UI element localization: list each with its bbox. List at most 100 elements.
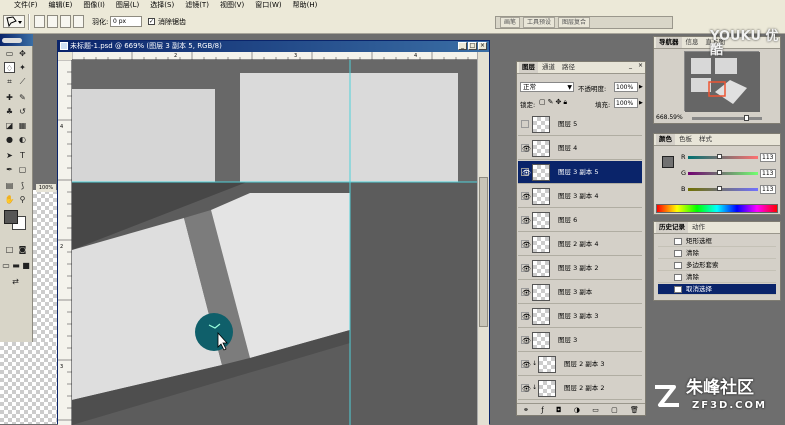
menu-item[interactable]: 编辑(E) [49,0,73,10]
screen-mode-full-icon[interactable]: ■ [21,260,31,271]
layer-row[interactable]: 👁︎ 图层 3 副本 [518,281,642,304]
layer-row[interactable]: 👁︎ 图层 3 副本 5 [518,161,642,184]
panel-tab[interactable]: 样式 [696,134,715,145]
panel-tab[interactable]: 图层 [519,62,538,73]
trash-icon[interactable]: 🗑︎ [630,406,639,414]
pen-tool-icon[interactable]: ✒ [4,164,15,175]
new-group-icon[interactable]: ▭ [592,406,599,414]
navigator-preview[interactable] [684,51,760,112]
layer-style-icon[interactable]: ƒ [541,406,543,414]
feather-input[interactable]: 0 px [110,16,142,27]
eye-icon[interactable]: 👁︎ [521,312,531,321]
history-item[interactable]: 矩形选框 [658,236,776,247]
new-selection-button[interactable] [34,15,45,28]
eye-icon[interactable]: 👁︎ [521,192,531,201]
gradient-tool-icon[interactable]: ▦ [17,120,28,131]
foreground-color-swatch[interactable] [4,210,18,224]
history-item[interactable]: 多边形套索 [658,260,776,271]
scroll-thumb[interactable] [479,177,488,327]
subtract-selection-button[interactable] [60,15,71,28]
eyedropper-icon[interactable]: ⟆ [17,180,28,191]
channel-slider[interactable] [688,170,758,175]
document-titlebar[interactable]: 未标题-1.psd @ 669% (图层 3 副本 5, RGB/8) [58,41,489,52]
channel-value-input[interactable]: 113 [760,169,776,178]
crop-tool-icon[interactable]: ⌗ [4,76,15,87]
eye-icon[interactable]: 👁︎ [521,168,531,177]
opacity-input[interactable]: 100% [614,82,638,92]
panel-tab[interactable]: 路径 [559,62,578,73]
eye-icon[interactable]: 👁︎ [521,144,531,153]
panel-tab[interactable]: 色板 [676,134,695,145]
brush-tool-icon[interactable]: ✎ [17,92,28,103]
panel-tab[interactable]: 历史记录 [656,222,688,233]
layer-row[interactable]: 👁︎ 图层 3 [518,329,642,352]
panel-tab[interactable]: 信息 [683,37,702,48]
menu-item[interactable]: 图像(I) [83,0,105,10]
layer-row[interactable]: 👁︎ 图层 3 副本 4 [518,185,642,208]
path-select-icon[interactable]: ➤ [4,150,15,161]
dodge-tool-icon[interactable]: ◐ [17,134,28,145]
layer-mask-icon[interactable]: ◘ [556,406,562,414]
history-item[interactable]: 清除 [658,272,776,283]
minimize-icon[interactable]: _ [458,42,467,50]
history-item[interactable]: 清除 [658,248,776,259]
channel-slider-knob[interactable] [717,154,723,159]
magic-wand-icon[interactable]: ✦ [17,62,28,73]
quickmask-mode-icon[interactable]: ◙ [17,244,28,255]
standard-mode-icon[interactable]: □ [4,244,15,255]
channel-slider[interactable] [688,154,758,159]
notes-tool-icon[interactable]: ▤ [4,180,15,191]
document-vertical-scrollbar[interactable] [477,52,489,425]
eye-icon[interactable]: 👁︎ [521,240,531,249]
eye-icon[interactable]: 👁︎ [521,264,531,273]
layer-row[interactable]: 👁︎ ↓ 图层 2 副本 2 [518,377,642,400]
panel-tab[interactable]: 导航器 [656,37,682,48]
new-layer-icon[interactable]: ▢ [611,406,618,414]
color-spectrum-ramp[interactable] [656,204,778,213]
well-tab[interactable]: 图层复合 [558,17,591,28]
hand-tool-icon[interactable]: ✋ [4,194,15,205]
menu-item[interactable]: 窗口(W) [255,0,281,10]
jump-to-imageready-icon[interactable]: ⇄ [10,276,21,287]
navigator-zoom[interactable]: 668.59% [656,114,683,121]
panel-tab[interactable]: 通道 [539,62,558,73]
eye-icon[interactable]: 👁︎ [521,360,531,369]
navigator-zoom-knob[interactable] [744,115,749,121]
channel-slider[interactable] [688,186,758,191]
layer-row[interactable]: 👁︎ 图层 6 [518,209,642,232]
blend-mode-select[interactable]: 正常 ▼ [520,82,574,92]
menu-item[interactable]: 滤镜(T) [185,0,209,10]
clone-stamp-icon[interactable]: ♣ [4,106,15,117]
panel-close-icon[interactable]: × [638,62,645,69]
opacity-arrow-icon[interactable]: ▶ [639,82,645,92]
layer-row[interactable]: 👁︎ 图层 3 副本 3 [518,305,642,328]
intersect-selection-button[interactable] [73,15,84,28]
well-tab[interactable]: 画笔 [500,17,521,28]
fill-input[interactable]: 100% [614,98,638,108]
move-tool-icon[interactable]: ✥ [17,48,28,59]
eye-hidden-icon[interactable] [521,120,529,128]
color-foreground-swatch[interactable] [662,156,674,168]
layer-row[interactable]: 👁︎ ↓ 图层 2 副本 3 [518,353,642,376]
layer-row[interactable]: 👁︎ 图层 4 [518,137,642,160]
close-icon[interactable]: × [478,42,487,50]
zoom-tool-icon[interactable]: ⚲ [17,194,28,205]
channel-value-input[interactable]: 113 [760,153,776,162]
channel-slider-knob[interactable] [717,170,723,175]
type-tool-icon[interactable]: T [17,150,28,161]
menu-item[interactable]: 视图(V) [220,0,244,10]
eye-icon[interactable]: 👁︎ [521,384,531,393]
link-layers-icon[interactable]: ⚭ [523,406,529,414]
menu-item[interactable]: 帮助(H) [293,0,318,10]
menu-item[interactable]: 选择(S) [150,0,174,10]
antialias-checkbox[interactable]: ✓ [148,18,155,25]
maximize-icon[interactable]: □ [468,42,477,50]
slice-tool-icon[interactable]: ⟋ [17,76,28,87]
layer-row[interactable]: 图层 5 [518,113,642,136]
channel-value-input[interactable]: 113 [760,185,776,194]
channel-slider-knob[interactable] [717,186,723,191]
lock-icons[interactable]: ▢✎✥🔒︎ [539,98,569,107]
fill-arrow-icon[interactable]: ▶ [639,98,645,108]
image-canvas[interactable] [72,60,477,425]
layer-row[interactable]: 👁︎ 图层 2 副本 4 [518,233,642,256]
